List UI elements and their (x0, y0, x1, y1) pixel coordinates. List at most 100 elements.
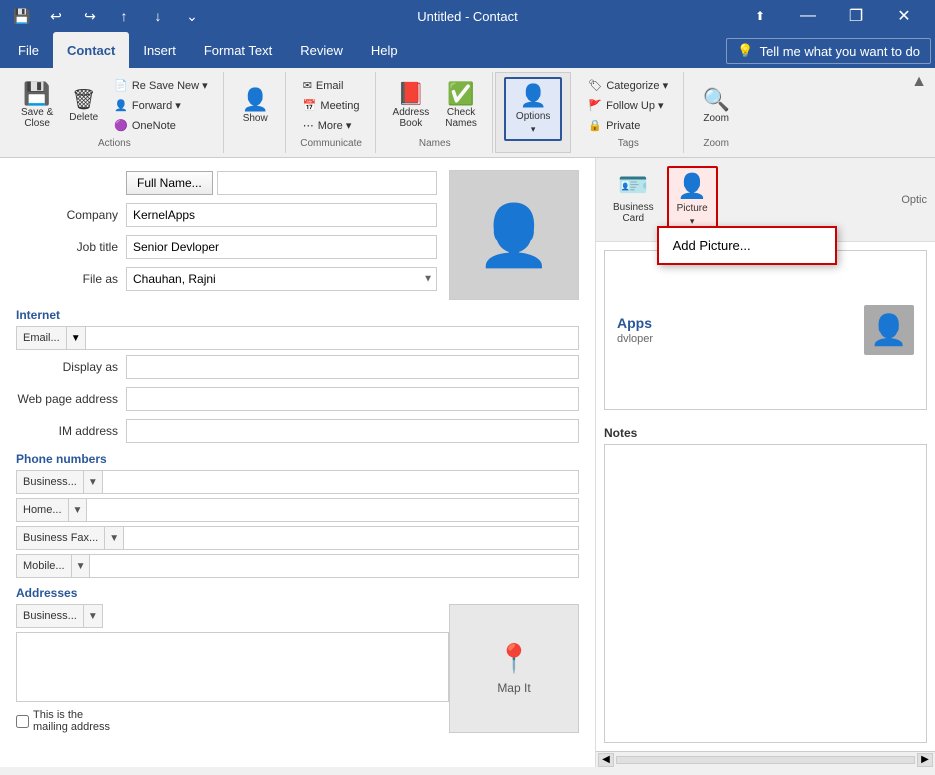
business-fax-row: Business Fax... ▼ (16, 526, 579, 550)
web-page-input[interactable] (126, 387, 579, 411)
picture-button[interactable]: 👤 Picture ▾ (667, 166, 718, 233)
ribbon-group-names: 📕 AddressBook ✅ CheckNames Names (378, 72, 493, 153)
tags-group-label: Tags (618, 138, 639, 149)
picture-icon: 👤 (677, 172, 707, 201)
business-phone-dropdown[interactable]: Business... ▼ (16, 470, 103, 494)
home-phone-dropdown[interactable]: Home... ▼ (16, 498, 87, 522)
collapse-ribbon-button[interactable]: ⬆ (737, 0, 783, 32)
tab-contact[interactable]: Contact (53, 32, 129, 68)
zoom-button[interactable]: 🔍 Zoom (695, 76, 736, 136)
business-fax-dropdown[interactable]: Business Fax... ▼ (16, 526, 124, 550)
qat-save-button[interactable]: 💾 (8, 2, 36, 30)
qat-redo-button[interactable]: ↪ (76, 2, 104, 30)
add-picture-item[interactable]: Add Picture... (659, 232, 835, 259)
tab-help[interactable]: Help (357, 32, 412, 68)
restore-button[interactable]: ❐ (833, 0, 879, 32)
scroll-left-button[interactable]: ◀ (598, 753, 614, 767)
private-icon: 🔒 (588, 119, 602, 132)
im-address-input[interactable] (126, 419, 579, 443)
notes-area[interactable] (604, 444, 927, 743)
job-title-row: Job title (16, 234, 437, 260)
delete-button[interactable]: 🗑 Delete (62, 76, 105, 136)
home-phone-input[interactable] (87, 498, 579, 522)
minimize-button[interactable]: — (785, 0, 831, 32)
tab-format-text[interactable]: Format Text (190, 32, 286, 68)
address-textarea[interactable] (16, 632, 449, 702)
tab-file[interactable]: File (4, 32, 53, 68)
save-new-button[interactable]: 📄 Re Save New ▾ (107, 76, 215, 95)
business-phone-input[interactable] (103, 470, 579, 494)
forward-button[interactable]: 👤 Forward ▾ (107, 96, 215, 115)
full-name-button[interactable]: Full Name... (126, 171, 213, 195)
tell-me-bar[interactable]: 💡 Tell me what you want to do (726, 38, 931, 64)
ribbon-group-tags: 🏷 Categorize ▾ 🚩 Follow Up ▾ 🔒 Private T… (573, 72, 684, 153)
display-as-label: Display as (16, 360, 126, 374)
mobile-phone-input[interactable] (90, 554, 579, 578)
check-names-icon: ✅ (447, 83, 474, 105)
form-fields: Full Name... Company Job title File as (16, 170, 437, 300)
job-title-input[interactable] (126, 235, 437, 259)
tab-review[interactable]: Review (286, 32, 357, 68)
qat-undo-button[interactable]: ↩ (42, 2, 70, 30)
onenote-button[interactable]: 🟣 OneNote (107, 116, 215, 135)
categorize-button[interactable]: 🏷 Categorize ▾ (581, 76, 675, 95)
email-input[interactable] (86, 326, 579, 350)
close-button[interactable]: ✕ (881, 0, 927, 32)
ribbon-group-communicate: ✉ Email 📅 Meeting ⋯ More ▾ Communicate (288, 72, 376, 153)
follow-up-button[interactable]: 🚩 Follow Up ▾ (581, 96, 675, 115)
save-close-button[interactable]: 💾 Save &Close (14, 76, 60, 136)
right-panel: 🪪 BusinessCard 👤 Picture ▾ Add Picture..… (595, 158, 935, 767)
email-dropdown-arrow-icon: ▼ (66, 327, 85, 349)
company-input[interactable] (126, 203, 437, 227)
save-new-icon: 📄 (114, 79, 128, 92)
qat-down-button[interactable]: ↓ (144, 2, 172, 30)
mailing-checkbox[interactable] (16, 715, 29, 728)
scroll-right-button[interactable]: ▶ (917, 753, 933, 767)
web-page-row: Web page address (16, 386, 579, 412)
email-button[interactable]: ✉ Email (296, 76, 367, 95)
onenote-icon: 🟣 (114, 119, 128, 132)
title-bar: 💾 ↩ ↪ ↑ ↓ ⌄ Untitled - Contact ⬆ — ❐ ✕ (0, 0, 935, 32)
show-label: Show (243, 113, 268, 124)
ribbon-tab-bar: File Contact Insert Format Text Review H… (0, 32, 935, 68)
business-addr-dropdown[interactable]: Business... ▼ (16, 604, 103, 628)
meeting-button[interactable]: 📅 Meeting (296, 96, 367, 115)
home-phone-label: Home... (17, 504, 68, 516)
business-fax-input[interactable] (124, 526, 579, 550)
window-title: Untitled - Contact (417, 9, 517, 24)
notes-section: Notes (596, 418, 935, 751)
delete-icon: 🗑 (71, 90, 96, 110)
options-sub-label: Optic (901, 192, 927, 208)
mobile-phone-label: Mobile... (17, 560, 71, 572)
business-card-label: BusinessCard (613, 202, 654, 224)
delete-label: Delete (69, 112, 98, 123)
ribbon-collapse-button[interactable]: ▲ (909, 72, 929, 92)
file-as-select[interactable]: Chauhan, Rajni (126, 267, 437, 291)
map-pin-icon: 📍 (497, 642, 532, 675)
im-address-row: IM address (16, 418, 579, 444)
categorize-icon: 🏷 (588, 79, 602, 92)
business-card-preview: Apps dvloper 👤 (604, 250, 927, 410)
show-button[interactable]: 👤 Show (235, 76, 276, 136)
qat-up-button[interactable]: ↑ (110, 2, 138, 30)
qat-dropdown-button[interactable]: ⌄ (178, 2, 206, 30)
mobile-phone-dropdown[interactable]: Mobile... ▼ (16, 554, 90, 578)
display-as-input[interactable] (126, 355, 579, 379)
full-name-input[interactable] (217, 171, 437, 195)
names-content: 📕 AddressBook ✅ CheckNames (386, 76, 484, 136)
check-names-button[interactable]: ✅ CheckNames (438, 76, 484, 136)
private-button[interactable]: 🔒 Private (581, 116, 675, 135)
home-phone-arrow-icon: ▼ (68, 499, 87, 521)
more-button[interactable]: ⋯ More ▾ (296, 116, 367, 135)
address-book-label: AddressBook (393, 107, 430, 129)
address-book-button[interactable]: 📕 AddressBook (386, 76, 437, 136)
email-row: Email... ▼ (16, 326, 579, 350)
map-area[interactable]: 📍 Map It (449, 604, 579, 733)
file-as-row: File as Chauhan, Rajni ▼ (16, 266, 437, 292)
company-label: Company (16, 208, 126, 222)
options-button[interactable]: 👤 Options ▾ (504, 77, 562, 141)
contact-photo: 👤 (449, 170, 579, 300)
email-dropdown[interactable]: Email... ▼ (16, 326, 86, 350)
business-card-button[interactable]: 🪪 BusinessCard (604, 166, 663, 233)
tab-insert[interactable]: Insert (129, 32, 190, 68)
